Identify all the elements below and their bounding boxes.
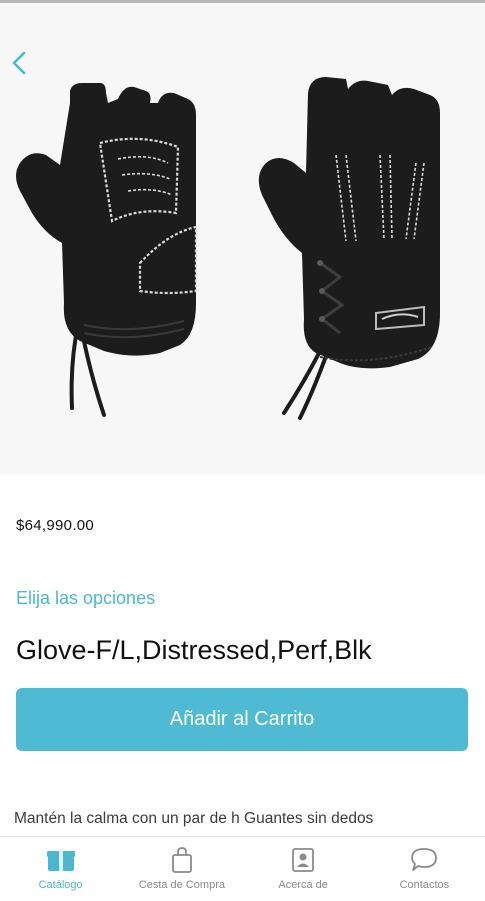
- product-title: Glove-F/L,Distressed,Perf,Blk: [16, 635, 372, 665]
- glove-left-image: [16, 83, 198, 417]
- product-description: Mantén la calma con un par de h Guantes …: [14, 810, 374, 827]
- nav-label-contacts: Contactos: [399, 879, 450, 891]
- shopping-bag-icon: [166, 845, 198, 875]
- product-image: [16, 77, 440, 420]
- catalog-icon: [45, 845, 77, 875]
- nav-item-contacts[interactable]: Contactos: [364, 837, 485, 901]
- nav-item-about[interactable]: Acerca de: [243, 837, 364, 901]
- nav-item-shopping-cart[interactable]: Cesta de Compra: [121, 837, 242, 901]
- nav-item-catalog[interactable]: Catálogo: [0, 837, 121, 901]
- bottom-navigation: Catálogo Cesta de Compra Acerca de Conta…: [0, 836, 485, 901]
- add-to-cart-button[interactable]: Añadir al Carrito: [16, 688, 468, 751]
- product-price: $64,990.00: [16, 517, 95, 534]
- contact-card-icon: [287, 845, 319, 875]
- nav-label-shopping-cart: Cesta de Compra: [138, 879, 225, 891]
- glove-right-image: [258, 77, 440, 420]
- nav-label-about: Acerca de: [278, 879, 328, 891]
- choose-options-link[interactable]: Elija las opciones: [16, 588, 155, 609]
- chat-bubble-icon: [408, 845, 440, 875]
- nav-label-catalog: Catálogo: [38, 879, 83, 891]
- product-image-area: [0, 3, 485, 475]
